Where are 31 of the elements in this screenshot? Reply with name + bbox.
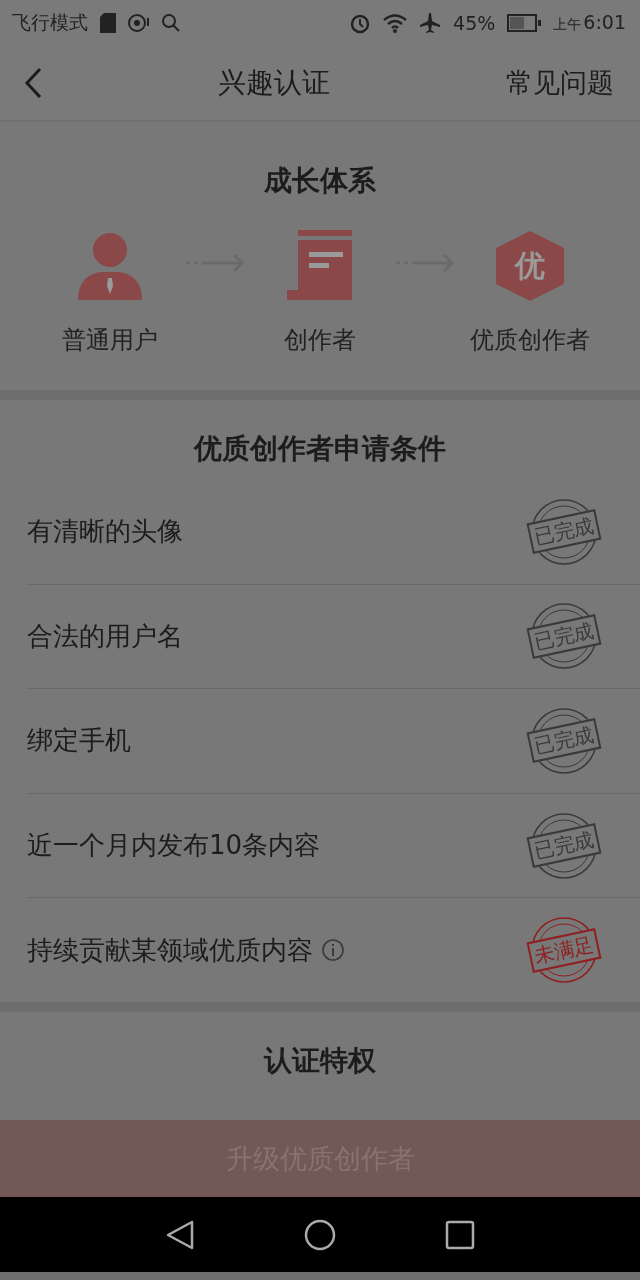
airplane-icon: [419, 11, 442, 34]
condition-text: 持续贡献某领域优质内容: [27, 933, 313, 967]
sd-card-icon: [100, 12, 116, 33]
condition-text: 有清晰的头像: [27, 515, 183, 549]
camera-icon: [128, 12, 150, 33]
faq-link[interactable]: 常见问题: [506, 64, 614, 101]
person-icon: [75, 230, 145, 302]
condition-text: 近一个月内发布10条内容: [27, 829, 321, 863]
info-icon[interactable]: [321, 938, 345, 963]
recents-nav-icon[interactable]: [445, 1219, 476, 1250]
condition-text: 合法的用户名: [27, 619, 183, 653]
battery-percent: 45%: [453, 11, 496, 34]
page-title: 兴趣认证: [217, 64, 331, 101]
step-label: 优质创作者: [470, 325, 590, 356]
clock-time: 6:01: [583, 11, 626, 33]
hexagon-badge: 优: [494, 230, 566, 302]
battery-icon: [507, 13, 542, 32]
back-icon[interactable]: [24, 66, 42, 99]
step-label: 普通用户: [62, 325, 158, 356]
document-icon: [287, 230, 353, 302]
step-label: 创作者: [284, 325, 356, 356]
back-nav-icon[interactable]: [164, 1218, 195, 1251]
home-nav-icon[interactable]: [304, 1218, 336, 1251]
search-icon: [162, 13, 180, 32]
wifi-icon: [383, 12, 408, 33]
section-title: 成长体系: [263, 163, 377, 199]
time-period: 上午: [553, 16, 582, 34]
condition-text: 绑定手机: [27, 724, 131, 758]
section-title: 认证特权: [262, 1043, 377, 1079]
section-title: 优质创作者申请条件: [192, 431, 447, 467]
airplane-mode-text: 飞行模式: [12, 9, 88, 35]
